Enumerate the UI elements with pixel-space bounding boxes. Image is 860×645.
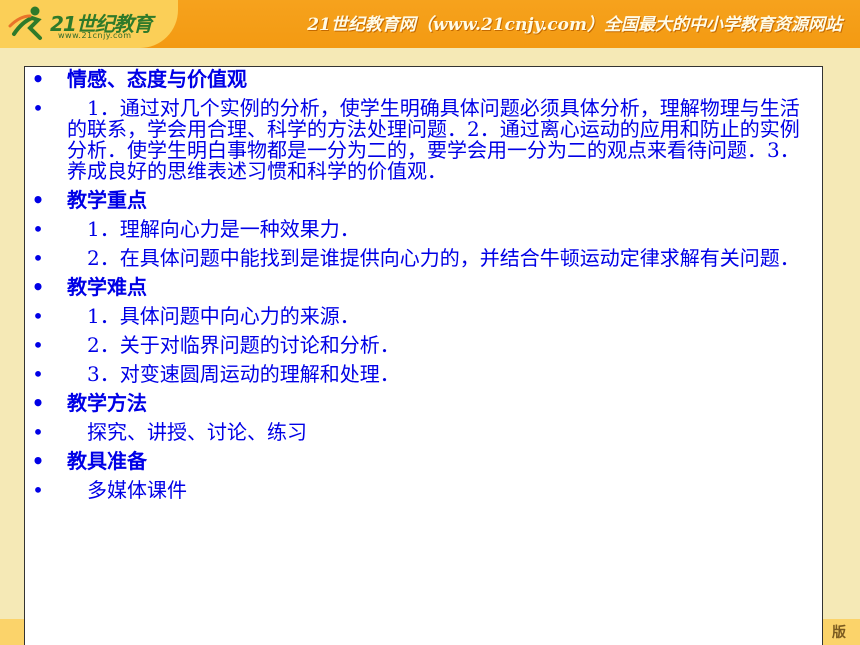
item-text: 教学难点 bbox=[67, 275, 147, 299]
bullet-icon: • bbox=[32, 478, 44, 502]
list-item: • 2．关于对临界问题的讨论和分析． bbox=[25, 335, 822, 356]
bullet-icon: • bbox=[32, 304, 44, 328]
list-item: • 1．具体问题中向心力的来源． bbox=[25, 306, 822, 327]
item-text: 1．理解向心力是一种效果力． bbox=[67, 217, 360, 241]
bullet-icon: • bbox=[31, 449, 45, 473]
footer-text: 版 bbox=[832, 625, 846, 641]
bullet-icon: • bbox=[32, 246, 44, 270]
list-item: • 1．理解向心力是一种效果力． bbox=[25, 219, 822, 240]
section-heading: • 教学重点 bbox=[25, 190, 822, 211]
runner-logo-icon bbox=[8, 6, 42, 40]
bullet-icon: • bbox=[31, 67, 45, 91]
section-heading: • 教学难点 bbox=[25, 277, 822, 298]
bullet-icon: • bbox=[31, 391, 45, 415]
item-text: 1．通过对几个实例的分析，使学生明确具体问题必须具体分析，理解物理与生活的联系，… bbox=[67, 96, 800, 183]
bullet-icon: • bbox=[31, 275, 45, 299]
item-text: 2．在具体问题中能找到是谁提供向心力的，并结合牛顿运动定律求解有关问题． bbox=[67, 246, 800, 270]
section-heading: • 教学方法 bbox=[25, 393, 822, 414]
bullet-list: • 情感、态度与价值观 • 1．通过对几个实例的分析，使学生明确具体问题必须具体分析… bbox=[25, 67, 822, 509]
item-text: 探究、讲授、讨论、练习 bbox=[67, 420, 307, 444]
header-bar: 21世纪教育 www.21cnjy.com 21世纪教育网（www.21cnjy… bbox=[0, 0, 860, 48]
site-slogan[interactable]: 21世纪教育网（www.21cnjy.com）全国最大的中小学教育资源网站 bbox=[307, 10, 842, 35]
item-text: 教学重点 bbox=[67, 188, 147, 212]
bullet-icon: • bbox=[32, 217, 44, 241]
logo-url: www.21cnjy.com bbox=[58, 31, 132, 40]
section-heading: • 教具准备 bbox=[25, 451, 822, 472]
item-text: 1．具体问题中向心力的来源． bbox=[67, 304, 360, 328]
item-text: 教具准备 bbox=[67, 449, 147, 473]
bullet-icon: • bbox=[32, 96, 44, 120]
item-text: 情感、态度与价值观 bbox=[67, 67, 247, 91]
bullet-icon: • bbox=[32, 333, 44, 357]
item-text: 多媒体课件 bbox=[67, 478, 187, 502]
item-text: 2．关于对临界问题的讨论和分析． bbox=[67, 333, 400, 357]
list-item: • 探究、讲授、讨论、练习 bbox=[25, 422, 822, 443]
item-text: 教学方法 bbox=[67, 391, 147, 415]
bullet-icon: • bbox=[31, 188, 45, 212]
bullet-icon: • bbox=[32, 362, 44, 386]
list-item: • 2．在具体问题中能找到是谁提供向心力的，并结合牛顿运动定律求解有关问题． bbox=[25, 248, 822, 269]
list-item: • 3．对变速圆周运动的理解和处理． bbox=[25, 364, 822, 385]
item-text: 3．对变速圆周运动的理解和处理． bbox=[67, 362, 400, 386]
section-heading: • 情感、态度与价值观 bbox=[25, 69, 822, 90]
list-item: • 多媒体课件 bbox=[25, 480, 822, 501]
slide-content-box: • 情感、态度与价值观 • 1．通过对几个实例的分析，使学生明确具体问题必须具体分析… bbox=[24, 66, 823, 645]
bullet-icon: • bbox=[32, 420, 44, 444]
site-logo[interactable]: 21世纪教育 www.21cnjy.com bbox=[0, 0, 178, 48]
list-item: • 1．通过对几个实例的分析，使学生明确具体问题必须具体分析，理解物理与生活的联… bbox=[25, 98, 822, 182]
